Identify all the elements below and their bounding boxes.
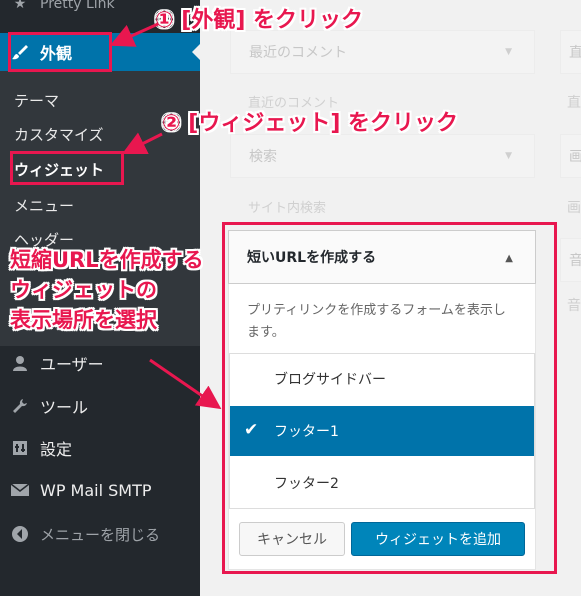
highlight-widget-panel [222,222,557,574]
user-icon [0,354,40,372]
bg-widget-search-title: 検索 [249,149,277,165]
collapse-menu[interactable]: メニューを閉じる [0,516,200,552]
highlight-appearance [8,32,112,72]
mail-icon [0,482,40,498]
bg-widget-right-1[interactable]: 直 [560,30,581,74]
annotation-step-3-line-2: ウィジェットの [10,278,157,302]
submenu-menus[interactable]: メニュー [14,190,74,220]
bg-right-col-fragment: 直 [569,45,581,61]
bg-widget-recent-comments-title: 最近のコメント [249,45,347,61]
menu-settings[interactable]: 設定 [0,430,200,466]
bg-widget-right-2[interactable]: 画 [560,134,581,178]
bg-right-col-fragment: 音 [567,298,581,314]
menu-pretty-link-label: Pretty Link [40,0,115,12]
bg-right-col-fragment: 直 [567,95,581,111]
bg-search-desc: サイト内検索 [248,201,327,216]
settings-icon [0,439,40,457]
pretty-link-icon: ★ [13,0,27,12]
collapse-menu-label: メニューを閉じる [40,525,161,544]
chevron-down-icon: ▼ [505,47,512,57]
menu-users-label: ユーザー [40,355,104,374]
menu-tools[interactable]: ツール [0,388,200,424]
bg-widget-recent-comments[interactable]: 最近のコメント ▼ [230,30,535,74]
bg-right-col-fragment: 画 [569,149,581,165]
submenu-themes[interactable]: テーマ [14,85,59,115]
menu-wp-mail-smtp[interactable]: WP Mail SMTP [0,472,200,508]
chevron-down-icon: ▼ [505,151,512,161]
bg-widget-search[interactable]: 検索 ▼ [230,134,535,178]
highlight-widgets [10,151,124,185]
menu-users[interactable]: ユーザー [0,345,200,381]
wrench-icon [0,397,40,415]
annotation-step-1: ① [外観] をクリック [155,8,364,33]
collapse-arrow-icon [0,525,40,543]
menu-wp-mail-label: WP Mail SMTP [40,480,152,500]
bg-right-col-fragment: 音 [569,253,581,269]
bg-right-col-fragment: 画 [567,200,581,216]
bg-widget-right-3[interactable]: 音 [560,238,581,282]
annotation-step-3-line-1: 短縮URLを作成する [10,248,204,272]
annotation-step-2: ② [ウィジェット] をクリック [162,111,459,136]
annotation-step-3-line-3: 表示場所を選択 [10,308,157,332]
submenu-customize[interactable]: カスタマイズ [14,119,104,149]
menu-settings-label: 設定 [40,440,73,459]
menu-tools-label: ツール [40,398,89,417]
